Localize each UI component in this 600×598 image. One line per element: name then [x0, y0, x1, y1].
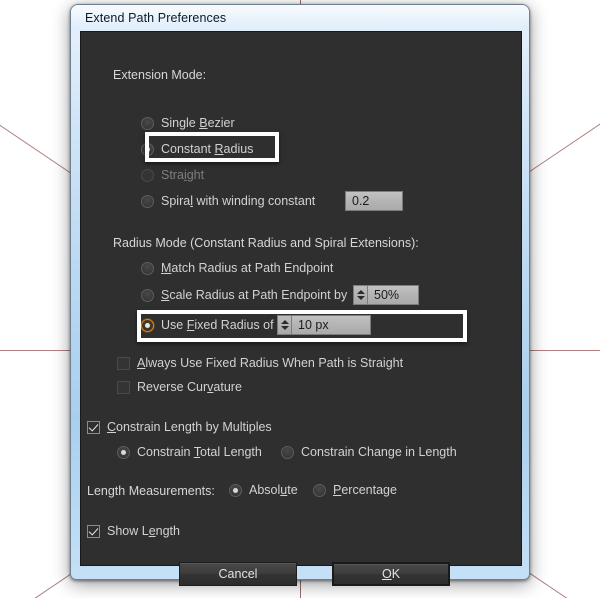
radio-label: Use Fixed Radius of	[161, 318, 274, 332]
radio-indicator	[313, 483, 326, 497]
checkbox-label: Constrain Length by Multiples	[107, 420, 272, 434]
radio-indicator	[141, 261, 154, 275]
radio-spiral-winding[interactable]: Spiral with winding constant	[141, 194, 315, 208]
dialog-title: Extend Path Preferences	[85, 11, 227, 25]
radio-indicator	[141, 116, 154, 130]
radio-constrain-total-length[interactable]: Constrain Total Length	[117, 445, 262, 459]
radio-label: Constant Radius	[161, 142, 254, 156]
radio-constant-radius[interactable]: Constant Radius	[141, 142, 253, 156]
radio-straight[interactable]: Straight	[141, 168, 204, 182]
radio-label: Percentage	[333, 483, 397, 497]
dialog-body: Extension Mode: Single Bezier Constant R…	[80, 31, 522, 586]
radio-indicator	[141, 142, 154, 156]
checkbox-indicator	[117, 380, 130, 394]
radio-match-radius[interactable]: Match Radius at Path Endpoint	[141, 261, 333, 275]
radio-label: Constrain Change in Length	[301, 445, 457, 459]
ok-button-label: OK	[381, 567, 401, 581]
radio-indicator	[141, 168, 154, 182]
radio-constrain-change-in-length[interactable]: Constrain Change in Length	[281, 445, 457, 459]
radio-percentage[interactable]: Percentage	[313, 483, 397, 497]
fixed-radius-spinner-group[interactable]: 10 px	[277, 315, 371, 335]
length-measurements-label: Length Measurements:	[87, 484, 215, 498]
checkbox-indicator	[87, 524, 100, 538]
radio-indicator	[141, 318, 154, 332]
checkbox-indicator	[117, 356, 130, 370]
radio-label: Constrain Total Length	[137, 445, 262, 459]
radio-single-bezier[interactable]: Single Bezier	[141, 116, 235, 130]
extend-path-preferences-dialog: Extend Path Preferences Extension Mode: …	[70, 4, 530, 586]
checkbox-label: Always Use Fixed Radius When Path is Str…	[137, 356, 404, 370]
cancel-button[interactable]: Cancel	[179, 562, 297, 586]
scale-radius-spinner-group[interactable]: 50%	[353, 285, 419, 305]
checkbox-show-length[interactable]: Show Length	[87, 524, 180, 538]
checkbox-always-fixed-radius[interactable]: Always Use Fixed Radius When Path is Str…	[117, 356, 403, 370]
radio-scale-radius[interactable]: Scale Radius at Path Endpoint by	[141, 288, 347, 302]
radio-label: Single Bezier	[161, 116, 235, 130]
spiral-winding-input[interactable]: 0.2	[345, 191, 403, 211]
checkbox-reverse-curvature[interactable]: Reverse Curvature	[117, 380, 242, 394]
checkbox-indicator	[87, 420, 100, 434]
radio-label: Absolute	[249, 483, 298, 497]
radio-indicator	[141, 288, 154, 302]
radio-absolute[interactable]: Absolute	[229, 483, 298, 497]
checkbox-constrain-length[interactable]: Constrain Length by Multiples	[87, 420, 272, 434]
checkbox-label: Reverse Curvature	[137, 380, 242, 394]
radio-use-fixed-radius[interactable]: Use Fixed Radius of	[141, 318, 274, 332]
fixed-radius-input[interactable]: 10 px	[291, 315, 371, 335]
radio-indicator	[281, 445, 294, 459]
radio-label: Scale Radius at Path Endpoint by	[161, 288, 348, 302]
ok-button[interactable]: OK	[332, 562, 450, 586]
extension-mode-label: Extension Mode:	[113, 68, 207, 82]
scale-radius-input[interactable]: 50%	[367, 285, 419, 305]
radio-indicator	[117, 445, 130, 459]
dialog-titlebar[interactable]: Extend Path Preferences	[71, 5, 529, 31]
spinner-arrows-icon[interactable]	[277, 315, 291, 335]
radio-label: Straight	[161, 168, 205, 182]
checkbox-label: Show Length	[107, 524, 180, 538]
spinner-arrows-icon[interactable]	[353, 285, 367, 305]
radio-indicator	[141, 194, 154, 208]
radio-indicator	[229, 483, 242, 497]
radio-label: Match Radius at Path Endpoint	[161, 261, 334, 275]
radio-label: Spiral with winding constant	[161, 194, 316, 208]
radius-mode-label: Radius Mode (Constant Radius and Spiral …	[113, 236, 419, 250]
